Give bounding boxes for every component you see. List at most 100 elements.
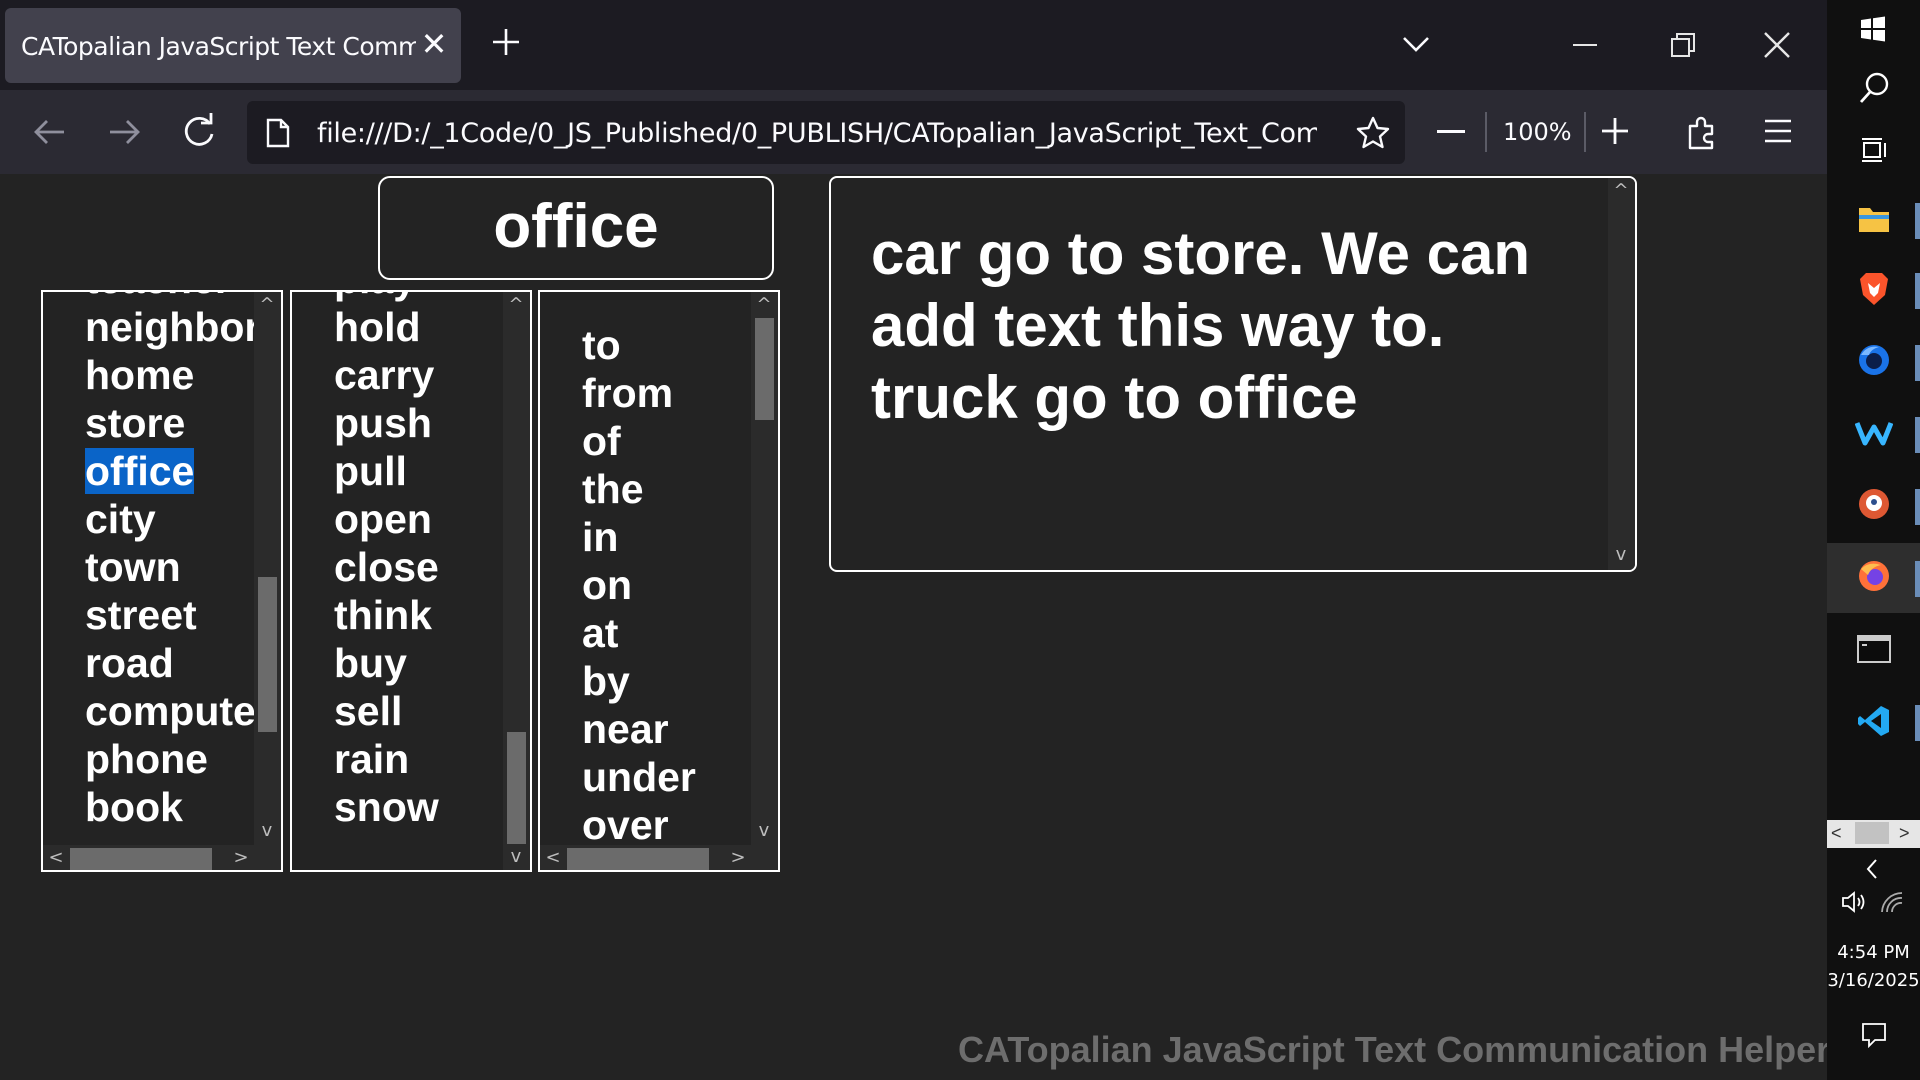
zoom-out-icon[interactable] bbox=[1437, 130, 1465, 133]
list-item-home[interactable]: home bbox=[85, 352, 194, 398]
prepositions-scroll-thumb[interactable] bbox=[755, 318, 774, 420]
prepositions-listbox[interactable]: to from of the in on at by near under over ^ v < > bbox=[538, 290, 780, 872]
list-item-street[interactable]: street bbox=[85, 592, 197, 638]
list-item-from[interactable]: from bbox=[582, 370, 673, 416]
scroll-right-icon[interactable]: > bbox=[727, 847, 749, 869]
list-item-computer[interactable]: computer bbox=[85, 688, 272, 734]
message-textarea[interactable]: car go to store. We can add text this wa… bbox=[829, 176, 1637, 572]
list-item-store[interactable]: store bbox=[85, 400, 185, 446]
url-text[interactable]: file:///D:/_1Code/0_JS_Published/0_PUBLI… bbox=[317, 118, 1317, 152]
bookmark-star-icon[interactable] bbox=[1355, 115, 1391, 151]
list-item-town[interactable]: town bbox=[85, 544, 181, 590]
scroll-down-icon[interactable]: v bbox=[1610, 544, 1632, 566]
list-item-buy[interactable]: buy bbox=[334, 640, 407, 686]
scroll-left-icon[interactable]: < bbox=[1831, 822, 1849, 844]
verbs-scroll-thumb[interactable] bbox=[507, 732, 526, 844]
list-item-the[interactable]: the bbox=[582, 466, 644, 512]
taskbar-app-terminal[interactable] bbox=[1827, 615, 1920, 685]
list-item-to[interactable]: to bbox=[582, 322, 621, 368]
nouns-listbox[interactable]: teacher neighborhomestoreofficecitytownst… bbox=[41, 290, 283, 872]
verbs-vertical-scrollbar[interactable]: ^ v bbox=[503, 292, 530, 870]
list-item-carry[interactable]: carry bbox=[334, 352, 434, 398]
back-icon[interactable] bbox=[28, 110, 72, 154]
extensions-icon[interactable] bbox=[1686, 114, 1718, 150]
list-item-sell[interactable]: sell bbox=[334, 688, 402, 734]
taskbar-app-brave[interactable] bbox=[1827, 255, 1920, 325]
scroll-left-icon[interactable]: < bbox=[542, 847, 564, 869]
zoom-level[interactable]: 100% bbox=[1503, 118, 1572, 148]
scroll-down-icon[interactable]: v bbox=[753, 820, 775, 842]
list-item-phone[interactable]: phone bbox=[85, 736, 208, 782]
message-text[interactable]: car go to store. We can add text this wa… bbox=[871, 218, 1591, 434]
chevron-down-icon[interactable] bbox=[1400, 32, 1432, 56]
taskbar-scrollbar[interactable]: < > bbox=[1827, 820, 1920, 848]
list-item-play[interactable]: play bbox=[334, 292, 416, 302]
zoom-in-icon[interactable] bbox=[1600, 116, 1630, 146]
list-item-neighbor[interactable]: neighbor bbox=[85, 304, 260, 350]
scroll-up-icon[interactable]: ^ bbox=[256, 294, 278, 316]
reload-icon[interactable] bbox=[177, 110, 221, 154]
scroll-up-icon[interactable]: ^ bbox=[505, 294, 527, 316]
list-item-at[interactable]: at bbox=[582, 610, 618, 656]
volume-icon[interactable] bbox=[1841, 890, 1867, 914]
nouns-vertical-scrollbar[interactable]: ^ v bbox=[254, 292, 281, 845]
forward-icon[interactable] bbox=[102, 110, 146, 154]
taskbar-app-firefox[interactable] bbox=[1827, 543, 1920, 613]
taskbar-app-duckduckgo[interactable] bbox=[1827, 471, 1920, 541]
address-bar[interactable]: file:///D:/_1Code/0_JS_Published/0_PUBLI… bbox=[247, 101, 1405, 164]
nouns-scroll-thumb[interactable] bbox=[258, 577, 277, 732]
scroll-down-icon[interactable]: v bbox=[505, 846, 527, 868]
active-tab[interactable]: CATopalian JavaScript Text Communication… bbox=[5, 8, 461, 83]
taskbar-scroll-thumb[interactable] bbox=[1855, 822, 1889, 844]
close-window-icon[interactable] bbox=[1762, 30, 1792, 60]
nouns-horizontal-scrollbar[interactable]: < > bbox=[43, 845, 281, 870]
message-scrollbar[interactable]: ^ v bbox=[1608, 178, 1635, 570]
list-item-pull[interactable]: pull bbox=[334, 448, 407, 494]
taskbar-app-firefox-developer[interactable] bbox=[1827, 327, 1920, 397]
scroll-right-icon[interactable]: > bbox=[230, 847, 252, 869]
list-item-close[interactable]: close bbox=[334, 544, 439, 590]
prepositions-vertical-scrollbar[interactable]: ^ v bbox=[751, 292, 778, 845]
list-item-city[interactable]: city bbox=[85, 496, 156, 542]
verbs-listbox[interactable]: play holdcarrypushpullopenclosethinkbuyse… bbox=[290, 290, 532, 872]
taskbar-app-w[interactable] bbox=[1827, 399, 1920, 469]
list-item-in[interactable]: in bbox=[582, 514, 618, 560]
network-icon[interactable] bbox=[1879, 890, 1905, 914]
scroll-up-icon[interactable]: ^ bbox=[753, 294, 775, 316]
list-item-hold[interactable]: hold bbox=[334, 304, 421, 350]
list-item-by[interactable]: by bbox=[582, 658, 630, 704]
list-item-near[interactable]: near bbox=[582, 706, 669, 752]
list-item-push[interactable]: push bbox=[334, 400, 432, 446]
list-item-over[interactable]: over bbox=[582, 802, 669, 848]
list-item-under[interactable]: under bbox=[582, 754, 696, 800]
list-item-road[interactable]: road bbox=[85, 640, 174, 686]
prepositions-horizontal-scrollbar[interactable]: < > bbox=[540, 845, 778, 870]
list-item-open[interactable]: open bbox=[334, 496, 432, 542]
prepositions-hscroll-thumb[interactable] bbox=[567, 848, 709, 870]
scroll-down-icon[interactable]: v bbox=[256, 820, 278, 842]
scroll-left-icon[interactable]: < bbox=[45, 847, 67, 869]
task-view-button[interactable] bbox=[1827, 115, 1920, 185]
restore-icon[interactable] bbox=[1670, 32, 1696, 58]
list-item-book[interactable]: book bbox=[85, 784, 183, 830]
hamburger-menu-icon[interactable] bbox=[1763, 118, 1793, 144]
notification-icon[interactable] bbox=[1861, 1022, 1887, 1048]
list-item-teacher[interactable]: teacher bbox=[85, 292, 231, 302]
show-hidden-icons-chevron-icon[interactable] bbox=[1865, 858, 1879, 880]
list-item-think[interactable]: think bbox=[334, 592, 432, 638]
close-tab-icon[interactable]: ✕ bbox=[419, 26, 449, 62]
clock-date[interactable]: 3/16/2025 bbox=[1827, 970, 1920, 991]
taskbar-app-file-explorer[interactable] bbox=[1827, 185, 1920, 255]
taskbar-app-vscode[interactable] bbox=[1827, 687, 1920, 757]
scroll-right-icon[interactable]: > bbox=[1899, 822, 1917, 844]
list-item-snow[interactable]: snow bbox=[334, 784, 439, 830]
clock-time[interactable]: 4:54 PM bbox=[1827, 942, 1920, 963]
list-item-on[interactable]: on bbox=[582, 562, 632, 608]
nouns-hscroll-thumb[interactable] bbox=[70, 848, 212, 870]
minimize-icon[interactable] bbox=[1573, 44, 1597, 46]
scroll-up-icon[interactable]: ^ bbox=[1610, 180, 1632, 202]
new-tab-icon[interactable] bbox=[490, 26, 522, 58]
list-item-rain[interactable]: rain bbox=[334, 736, 409, 782]
list-item-office[interactable]: office bbox=[85, 448, 195, 494]
list-item-of[interactable]: of bbox=[582, 418, 621, 464]
